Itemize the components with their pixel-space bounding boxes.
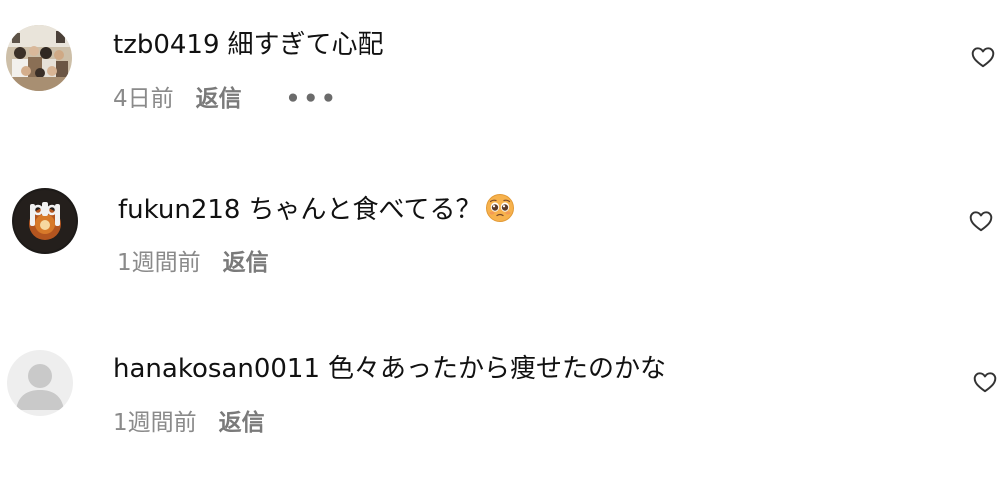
comment-text: ちゃんと食べてる？: [248, 195, 482, 225]
comment-meta: 4日前 返信 •••: [113, 85, 339, 113]
group-photo-avatar-icon: [6, 25, 72, 91]
comment-text: 色々あったから痩せたのかな: [327, 354, 666, 384]
comment-meta: 1週間前 返信: [113, 409, 265, 437]
like-heart-icon[interactable]: [972, 369, 998, 395]
comment-meta: 1週間前 返信: [117, 249, 269, 277]
comment-text-line: hanakosan0011 色々あったから痩せたのかな: [113, 353, 666, 385]
avatar[interactable]: [12, 188, 78, 254]
reply-button[interactable]: 返信: [196, 86, 242, 112]
avatar[interactable]: [6, 25, 72, 91]
comment-text: 細すぎて心配: [227, 30, 384, 60]
username[interactable]: fukun218: [118, 195, 240, 225]
avatar[interactable]: [7, 350, 73, 416]
comment-body: hanakosan0011 色々あったから痩せたのかな: [113, 353, 666, 385]
username[interactable]: hanakosan0011: [113, 354, 320, 384]
more-options-icon[interactable]: •••: [286, 86, 339, 112]
comments-screen: { "comments": [ { "username": "tzb0419",…: [0, 0, 1000, 477]
default-user-avatar-icon: [7, 350, 73, 416]
reply-button[interactable]: 返信: [219, 410, 265, 436]
timestamp: 1週間前: [113, 410, 197, 436]
comment-text-line: fukun218 ちゃんと食べてる？: [118, 193, 515, 226]
reply-button[interactable]: 返信: [223, 250, 269, 276]
comment-text-line: tzb0419 細すぎて心配: [113, 29, 384, 61]
comment-body: tzb0419 細すぎて心配: [113, 29, 384, 61]
like-heart-icon[interactable]: [968, 208, 994, 234]
pleading-face-icon: [485, 193, 515, 223]
like-heart-icon[interactable]: [970, 44, 996, 70]
timestamp: 1週間前: [117, 250, 201, 276]
comment-body: fukun218 ちゃんと食べてる？: [118, 193, 515, 226]
logo-avatar-icon: [12, 188, 78, 254]
username[interactable]: tzb0419: [113, 30, 220, 60]
timestamp: 4日前: [113, 86, 174, 112]
